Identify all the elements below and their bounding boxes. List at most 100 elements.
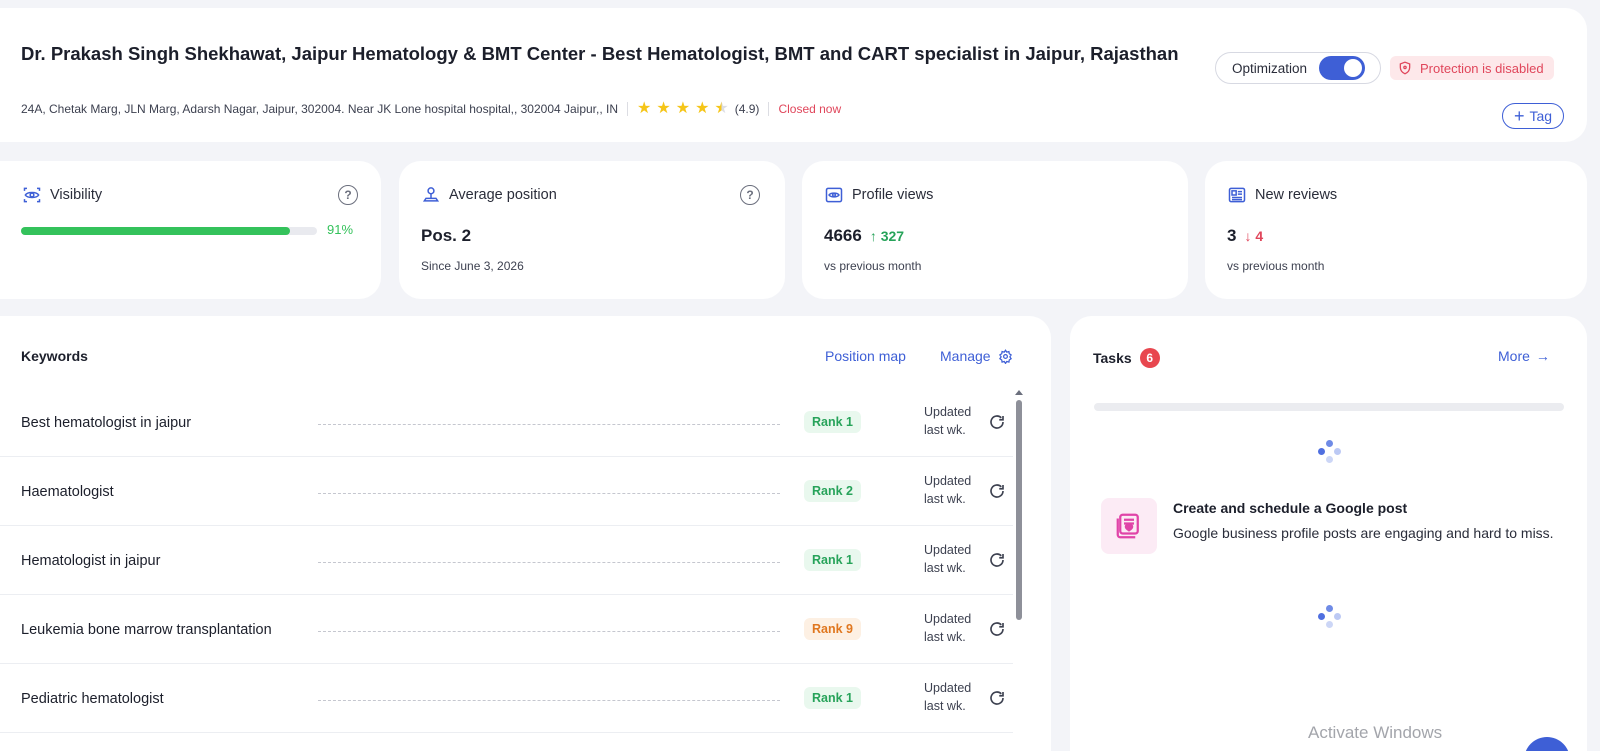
half-star-icon: ★ bbox=[714, 100, 729, 117]
rank-badge: Rank 1 bbox=[804, 687, 861, 709]
keyword-row[interactable]: Haematologist Rank 2 Updated last wk. bbox=[0, 457, 1013, 526]
reviews-delta-value: 4 bbox=[1255, 228, 1264, 244]
keywords-title: Keywords bbox=[21, 348, 88, 364]
updated-info: Updated last wk. bbox=[924, 541, 984, 577]
google-post-icon bbox=[1101, 498, 1157, 554]
keyword-name: Pediatric hematologist bbox=[21, 691, 164, 707]
updated-when: last wk. bbox=[924, 699, 966, 713]
protection-label: Protection is disabled bbox=[1420, 60, 1544, 76]
updated-label: Updated bbox=[924, 405, 972, 419]
updated-label: Updated bbox=[924, 681, 972, 695]
new-reviews-compare: vs previous month bbox=[1227, 259, 1325, 273]
arrow-up-icon: ↑ bbox=[869, 228, 877, 244]
refresh-icon[interactable] bbox=[988, 413, 1006, 431]
average-position-card: Average position ? Pos. 2 Since June 3, … bbox=[399, 161, 785, 299]
manage-label: Manage bbox=[940, 348, 991, 364]
more-link[interactable]: More → bbox=[1498, 348, 1550, 364]
gear-icon bbox=[998, 348, 1012, 364]
more-label: More bbox=[1498, 348, 1530, 364]
loading-spinner-icon bbox=[1318, 440, 1342, 464]
reviews-delta: ↓ 4 bbox=[1244, 228, 1263, 244]
help-icon[interactable]: ? bbox=[338, 185, 358, 205]
tasks-title-label: Tasks bbox=[1093, 350, 1132, 366]
keyword-row[interactable]: Leukemia bone marrow transplantation Rank… bbox=[0, 595, 1013, 664]
open-status: Closed now bbox=[778, 102, 842, 116]
arrow-right-icon: → bbox=[1535, 348, 1550, 364]
visibility-header: Visibility bbox=[22, 185, 102, 205]
refresh-icon[interactable] bbox=[988, 620, 1006, 638]
updated-when: last wk. bbox=[924, 423, 966, 437]
keyword-row[interactable]: Best hematologist in jaipur Rank 1 Updated… bbox=[0, 388, 1013, 457]
keyword-row[interactable]: Pediatric hematologist Rank 1 Updated last … bbox=[0, 664, 1013, 733]
business-title: Dr. Prakash Singh Shekhawat, Jaipur Hema… bbox=[21, 43, 1179, 64]
scroll-up-icon[interactable] bbox=[1015, 390, 1023, 395]
toggle-switch[interactable] bbox=[1319, 56, 1366, 80]
profile-views-value: 4666 ↑ 327 bbox=[824, 226, 904, 246]
visibility-percent: 91% bbox=[327, 222, 354, 237]
keyword-dash-line bbox=[318, 700, 780, 701]
tasks-panel: Tasks 6 More → Create and schedule a Goo… bbox=[1070, 316, 1587, 751]
keyword-dash-line bbox=[318, 424, 780, 425]
manage-link[interactable]: Manage bbox=[940, 348, 1013, 364]
keywords-panel: Keywords Position map Manage Best hemato… bbox=[0, 316, 1051, 751]
new-reviews-header: New reviews bbox=[1227, 185, 1337, 205]
keyword-dash-line bbox=[318, 562, 780, 563]
task-title: Create and schedule a Google post bbox=[1173, 500, 1408, 516]
tasks-title: Tasks 6 bbox=[1093, 348, 1160, 368]
tasks-count-badge: 6 bbox=[1139, 348, 1160, 368]
star-icon: ★ bbox=[675, 100, 691, 117]
protection-badge[interactable]: Protection is disabled bbox=[1390, 56, 1554, 80]
plus-icon: + bbox=[1513, 106, 1525, 126]
map-pin-icon bbox=[422, 187, 440, 202]
optimization-toggle[interactable]: Optimization bbox=[1215, 52, 1381, 84]
updated-info: Updated last wk. bbox=[924, 610, 984, 646]
rank-badge: Rank 9 bbox=[804, 618, 861, 640]
visibility-progress-fill bbox=[21, 227, 291, 235]
rank-badge: Rank 2 bbox=[804, 480, 861, 502]
refresh-icon[interactable] bbox=[988, 551, 1006, 569]
windows-activation-watermark: Activate Windows bbox=[1308, 723, 1443, 742]
tasks-loading-bar bbox=[1094, 403, 1564, 411]
star-icon: ★ bbox=[637, 100, 652, 117]
new-reviews-card: New reviews 3 ↓ 4 vs previous month bbox=[1205, 161, 1587, 299]
address-row: 24A, Chetak Marg, JLN Marg, Adarsh Nagar… bbox=[21, 101, 841, 117]
eye-scan-icon bbox=[23, 187, 41, 203]
add-tag-button[interactable]: + Tag bbox=[1502, 103, 1564, 129]
loading-spinner-icon bbox=[1318, 605, 1342, 629]
help-icon[interactable]: ? bbox=[740, 185, 760, 205]
divider bbox=[627, 102, 629, 116]
refresh-icon[interactable] bbox=[988, 482, 1006, 500]
visibility-progress bbox=[21, 227, 317, 235]
visibility-card: Visibility ? 91% bbox=[0, 161, 381, 299]
arrow-down-icon: ↓ bbox=[1244, 228, 1252, 244]
keyword-dash-line bbox=[318, 631, 780, 632]
business-header: Dr. Prakash Singh Shekhawat, Jaipur Hema… bbox=[0, 8, 1587, 142]
profile-views-compare: vs previous month bbox=[824, 259, 922, 273]
new-reviews-label: New reviews bbox=[1255, 187, 1338, 203]
position-value-text: Pos. 2 bbox=[421, 226, 472, 245]
refresh-icon[interactable] bbox=[988, 689, 1006, 707]
keyword-row[interactable]: Hematologist in jaipur Rank 1 Updated last … bbox=[0, 526, 1013, 595]
updated-label: Updated bbox=[924, 543, 972, 557]
average-position-since: Since June 3, 2026 bbox=[421, 259, 524, 273]
new-reviews-value: 3 ↓ 4 bbox=[1227, 226, 1263, 246]
profile-views-label: Profile views bbox=[852, 187, 934, 203]
updated-info: Updated last wk. bbox=[924, 403, 984, 439]
shield-icon bbox=[1399, 61, 1411, 75]
scroll-thumb[interactable] bbox=[1016, 400, 1022, 620]
updated-label: Updated bbox=[924, 474, 972, 488]
eye-icon bbox=[825, 187, 843, 203]
updated-label: Updated bbox=[924, 612, 972, 626]
reviews-count: 3 bbox=[1227, 226, 1237, 245]
task-description: Google business profile posts are engagi… bbox=[1173, 525, 1554, 541]
position-map-link[interactable]: Position map bbox=[825, 348, 906, 364]
task-item[interactable]: Create and schedule a Google post Google… bbox=[1101, 498, 1554, 578]
updated-info: Updated last wk. bbox=[924, 472, 984, 508]
keyword-name: Best hematologist in jaipur bbox=[21, 415, 192, 431]
business-address: 24A, Chetak Marg, JLN Marg, Adarsh Nagar… bbox=[21, 102, 619, 116]
profile-views-card: Profile views 4666 ↑ 327 vs previous mon… bbox=[802, 161, 1188, 299]
divider bbox=[768, 102, 770, 116]
review-card-icon bbox=[1228, 187, 1246, 203]
keywords-scrollbar[interactable] bbox=[1014, 390, 1024, 750]
star-icon: ★ bbox=[656, 100, 671, 117]
